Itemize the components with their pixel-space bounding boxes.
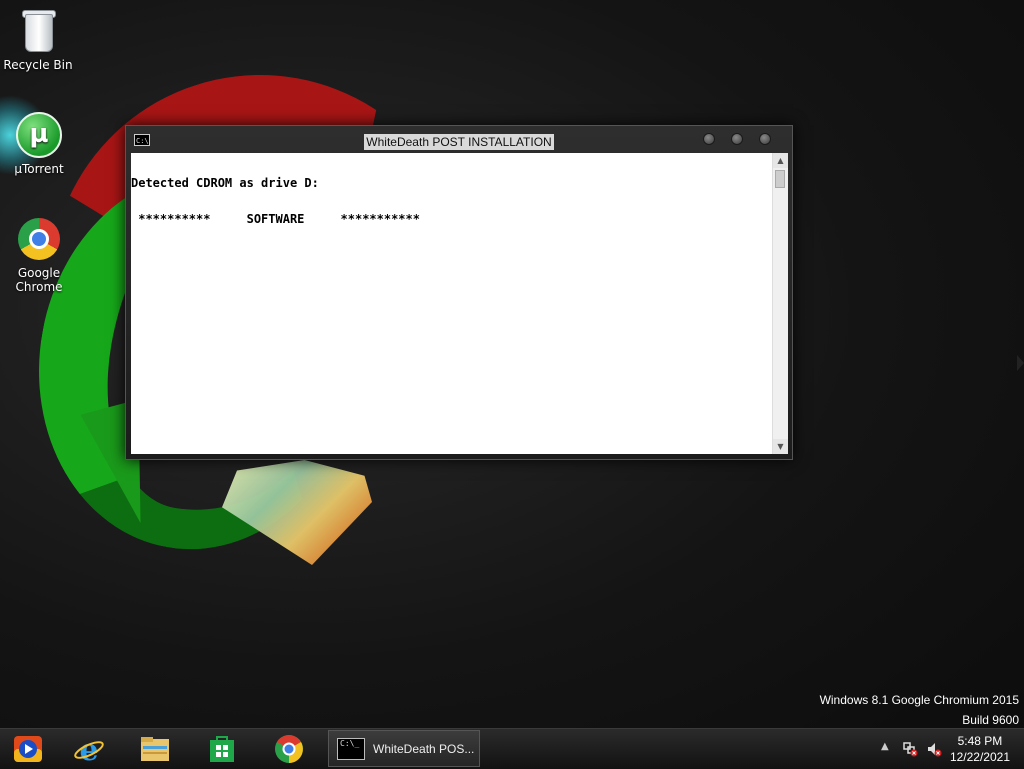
volume-muted-icon[interactable]	[926, 741, 942, 757]
scroll-thumb[interactable]	[775, 170, 785, 188]
utorrent-icon: µ	[16, 112, 62, 158]
taskbar-active-window-whitedeath[interactable]: C:\_ WhiteDeath POS...	[328, 730, 480, 767]
clock-date: 12/22/2021	[949, 750, 1010, 764]
taskbar-windows-media-player[interactable]	[0, 732, 56, 766]
store-icon	[210, 736, 234, 762]
console-line: Detected CDROM as drive D:	[131, 176, 319, 190]
file-explorer-icon	[141, 737, 169, 761]
maximize-button[interactable]	[731, 133, 743, 145]
network-disconnected-icon[interactable]	[902, 741, 918, 757]
taskbar-window-label: WhiteDeath POS...	[373, 742, 475, 756]
console-output[interactable]: Detected CDROM as drive D: ********** SO…	[131, 153, 772, 454]
console-window[interactable]: C:\ WhiteDeath POST INSTALLATION Detecte…	[125, 125, 793, 460]
taskbar-file-explorer[interactable]	[127, 732, 183, 766]
desktop-icon-label: Google Chrome	[15, 266, 63, 294]
internet-explorer-icon: e	[74, 734, 104, 764]
windows-media-player-icon	[14, 736, 42, 762]
window-titlebar[interactable]: C:\ WhiteDeath POST INSTALLATION	[126, 126, 792, 153]
scroll-down-icon[interactable]: ▼	[773, 439, 788, 454]
console-line: ********** SOFTWARE ***********	[131, 212, 420, 226]
chrome-icon	[275, 735, 303, 763]
taskbar-internet-explorer[interactable]: e	[61, 732, 117, 766]
taskbar-clock[interactable]: 5:48 PM 12/22/2021	[950, 733, 1010, 765]
mouse-cursor-icon	[1017, 355, 1024, 371]
minimize-button[interactable]	[703, 133, 715, 145]
system-tray: ▲ 5:48 PM 12/22/2021	[864, 729, 1024, 769]
desktop-icon-label: µTorrent	[14, 162, 64, 176]
vertical-scrollbar[interactable]: ▲ ▼	[772, 153, 788, 454]
console-icon: C:\_	[337, 738, 365, 760]
desktop-icon-utorrent[interactable]: µ µTorrent	[1, 112, 77, 176]
chrome-icon	[16, 216, 62, 262]
desktop-icon-recycle-bin[interactable]: Recycle Bin	[0, 8, 76, 72]
taskbar: e C:\_ WhiteDeath POS... ▲ 5:48 PM 12/22…	[0, 728, 1024, 769]
desktop-icon-label: Recycle Bin	[3, 58, 73, 72]
show-hidden-icons-button[interactable]: ▲	[881, 741, 889, 752]
scroll-up-icon[interactable]: ▲	[773, 153, 788, 168]
close-button[interactable]	[759, 133, 771, 145]
taskbar-chrome[interactable]	[261, 732, 317, 766]
windows-watermark: Windows 8.1 Google Chromium 2015 Build 9…	[820, 690, 1019, 730]
recycle-bin-icon	[15, 8, 61, 54]
window-title: WhiteDeath POST INSTALLATION	[364, 134, 554, 150]
clock-time: 5:48 PM	[957, 734, 1003, 748]
watermark-line: Build 9600	[962, 713, 1019, 727]
wallpaper-gem	[222, 460, 372, 565]
watermark-line: Windows 8.1 Google Chromium 2015	[819, 693, 1019, 707]
taskbar-store[interactable]	[194, 732, 250, 766]
desktop-icon-google-chrome[interactable]: Google Chrome	[1, 216, 77, 294]
